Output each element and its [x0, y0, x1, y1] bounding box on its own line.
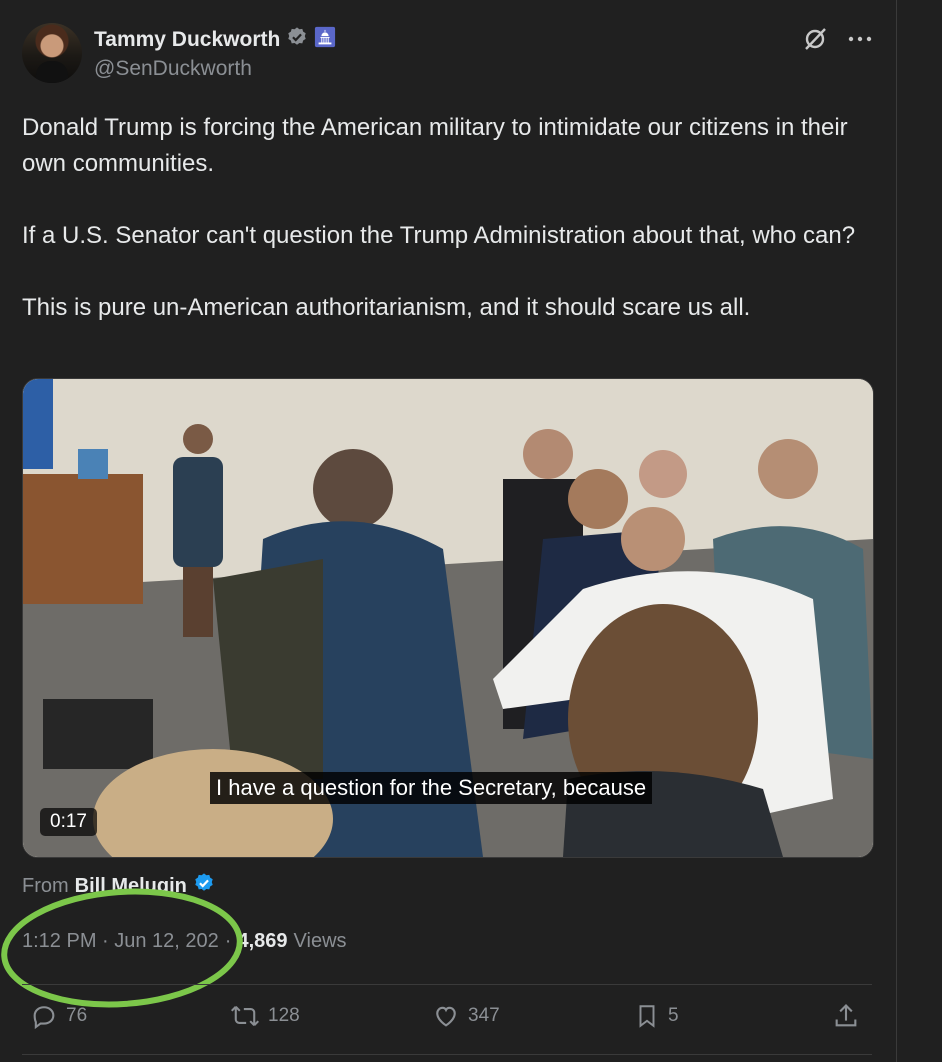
- bookmark-button[interactable]: 5: [634, 1002, 679, 1030]
- grok-icon[interactable]: [802, 26, 828, 52]
- repost-count: 128: [268, 1005, 300, 1026]
- verified-badge-icon: [286, 26, 308, 53]
- author-name-row: Tammy Duckworth: [94, 26, 336, 53]
- reply-count: 76: [66, 1005, 88, 1026]
- action-bar: 76 128 347 5: [22, 1002, 872, 1038]
- reply-button[interactable]: 76: [30, 1002, 87, 1030]
- tweet-paragraph: If a U.S. Senator can't question the Tru…: [22, 222, 856, 249]
- tweet-paragraph: This is pure un-American authoritarianis…: [22, 294, 751, 321]
- views-label: Views: [293, 930, 347, 952]
- heart-icon: [432, 1002, 460, 1030]
- column-divider: [896, 0, 897, 1062]
- bookmark-count: 5: [668, 1005, 679, 1026]
- avatar[interactable]: [22, 23, 82, 83]
- top-icons: [802, 26, 872, 52]
- repost-icon: [230, 1002, 260, 1030]
- share-icon: [832, 1002, 860, 1030]
- video-duration: 0:17: [40, 808, 97, 836]
- like-count: 347: [468, 1005, 500, 1026]
- video-caption: I have a question for the Secretary, bec…: [210, 772, 653, 804]
- author-handle[interactable]: @SenDuckworth: [94, 57, 252, 81]
- tweet-paragraph: Donald Trump is forcing the American mil…: [22, 114, 848, 177]
- bookmark-icon: [634, 1002, 660, 1030]
- share-button[interactable]: [832, 1002, 860, 1030]
- like-button[interactable]: 347: [432, 1002, 500, 1030]
- author-name[interactable]: Tammy Duckworth: [94, 28, 280, 52]
- actions-divider-bottom: [22, 1054, 872, 1055]
- reply-icon: [30, 1002, 58, 1030]
- annotation-circle: [1, 888, 243, 1008]
- actions-divider-top: [22, 984, 872, 985]
- tweet-text: Donald Trump is forcing the American mil…: [22, 110, 862, 326]
- more-options-icon[interactable]: [848, 35, 872, 43]
- repost-button[interactable]: 128: [230, 1002, 300, 1030]
- capitol-building-icon: [314, 26, 336, 53]
